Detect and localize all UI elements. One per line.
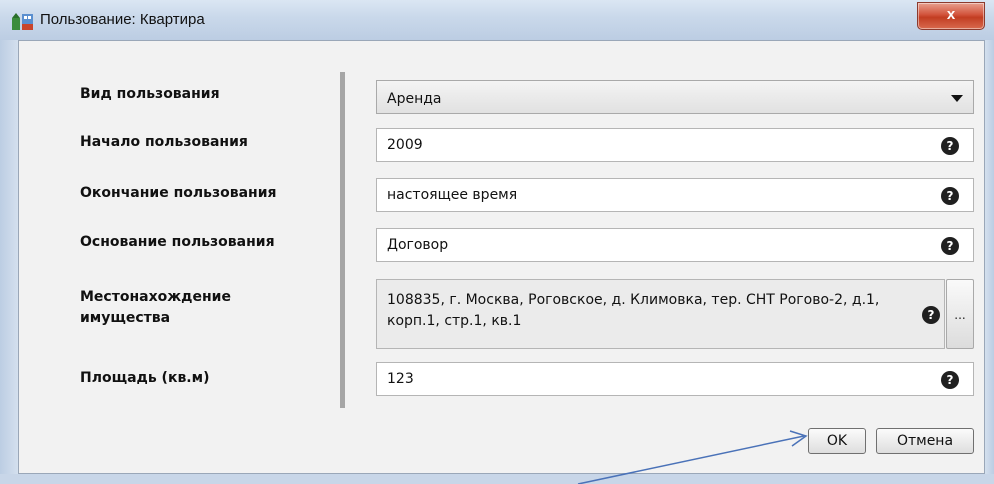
basis-value: Договор [387, 237, 449, 253]
usage-type-label: Вид пользования [80, 86, 220, 102]
end-field[interactable]: настоящее время ? [376, 178, 974, 212]
area-value: 123 [387, 371, 414, 387]
end-value: настоящее время [387, 187, 518, 203]
app-icon [12, 13, 33, 30]
cancel-button[interactable]: Отмена [876, 428, 974, 454]
help-icon[interactable]: ? [941, 237, 959, 255]
usage-type-value: Аренда [387, 91, 442, 107]
help-icon[interactable]: ? [922, 306, 940, 324]
help-icon[interactable]: ? [941, 187, 959, 205]
start-label: Начало пользования [80, 134, 248, 150]
help-icon[interactable]: ? [941, 137, 959, 155]
title-bar: Пользование: Квартира x [0, 0, 994, 40]
browse-location-button[interactable]: ... [946, 279, 974, 349]
end-label: Окончание пользования [80, 185, 277, 201]
location-value: 108835, г. Москва, Роговское, д. Климовк… [387, 292, 880, 329]
area-label: Площадь (кв.м) [80, 370, 210, 386]
usage-type-select[interactable]: Аренда [376, 80, 974, 114]
location-field[interactable]: 108835, г. Москва, Роговское, д. Климовк… [376, 279, 945, 349]
window-frame-right [985, 40, 994, 484]
dropdown-arrow-icon[interactable] [951, 95, 963, 102]
start-value: 2009 [387, 137, 423, 153]
help-icon[interactable]: ? [941, 371, 959, 389]
window-frame-left [0, 40, 18, 484]
window-title: Пользование: Квартира [40, 11, 205, 28]
close-button[interactable]: x [917, 2, 985, 30]
column-divider [340, 72, 345, 408]
location-label: Местонахождение имущества [80, 289, 231, 326]
basis-label: Основание пользования [80, 234, 275, 250]
area-field[interactable]: 123 ? [376, 362, 974, 396]
start-field[interactable]: 2009 ? [376, 128, 974, 162]
window-frame-bottom [0, 474, 994, 484]
ok-button[interactable]: OK [808, 428, 866, 454]
basis-field[interactable]: Договор ? [376, 228, 974, 262]
